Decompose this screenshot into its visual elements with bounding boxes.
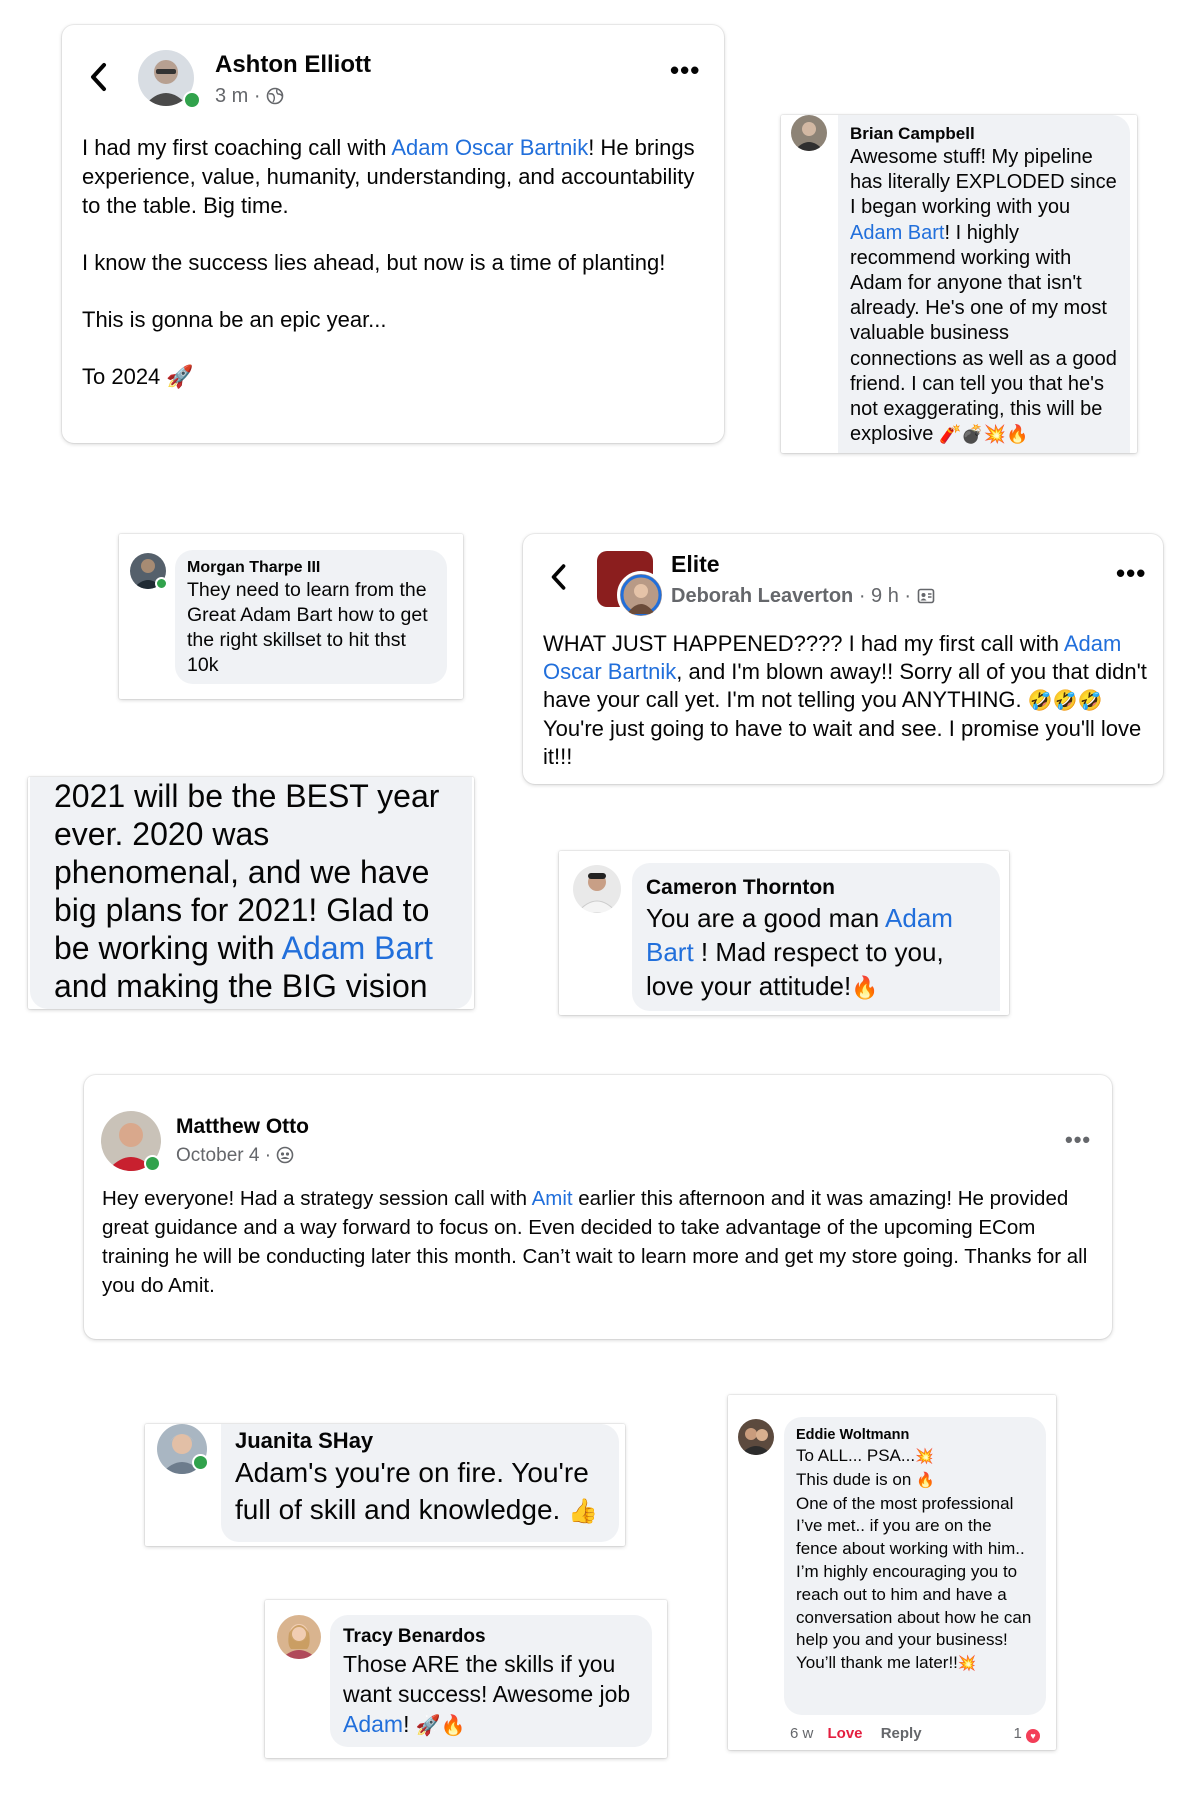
avatar[interactable] xyxy=(738,1419,774,1455)
more-options-icon[interactable]: ••• xyxy=(670,57,700,83)
comment-line: One of the most professional I’ve met.. … xyxy=(796,1493,1034,1676)
comment-bubble: Brian Campbell Awesome stuff! My pipelin… xyxy=(838,115,1130,453)
comment-text: You are a good man Adam Bart ! Mad respe… xyxy=(646,901,986,1005)
comment-brian: Brian Campbell Awesome stuff! My pipelin… xyxy=(781,115,1137,453)
thumbs-up-icon: 👍 xyxy=(568,1498,598,1525)
post-time[interactable]: 9 h xyxy=(871,585,899,607)
firework-icons: 🧨💣💥🔥 xyxy=(938,424,1029,445)
comment-text: Adam's you're on fire. You're full of sk… xyxy=(235,1454,605,1530)
author-name[interactable]: Ashton Elliott xyxy=(215,51,371,79)
love-reaction-icon[interactable]: ♥ xyxy=(1026,1729,1040,1743)
avatar[interactable] xyxy=(791,115,827,151)
group-name[interactable]: Elite xyxy=(671,551,720,578)
avatar[interactable] xyxy=(573,865,621,913)
paragraph: This is gonna be an epic year... xyxy=(82,307,387,332)
comment-actions: 6 w Love Reply 1 ♥ xyxy=(790,1725,1040,1743)
mention-link[interactable]: Adam Bart xyxy=(282,930,433,966)
author-avatar[interactable] xyxy=(617,571,665,619)
reaction-count: 1 ♥ xyxy=(1013,1725,1040,1743)
post-body: WHAT JUST HAPPENED???? I had my first ca… xyxy=(543,631,1147,769)
post-body: I had my first coaching call with Adam O… xyxy=(82,133,702,391)
globe-icon xyxy=(266,87,284,105)
paragraph: I had my first coaching call with Adam O… xyxy=(82,135,695,218)
author-name[interactable]: Brian Campbell xyxy=(850,123,1118,145)
avatar[interactable] xyxy=(277,1615,321,1659)
post-time[interactable]: October 4 xyxy=(176,1145,259,1166)
reply-button[interactable]: Reply xyxy=(881,1725,922,1742)
online-status-icon xyxy=(192,1454,209,1471)
paragraph: To 2024 🚀 xyxy=(82,364,194,389)
rocket-icon: 🚀 xyxy=(166,364,194,389)
post-ashton: Ashton Elliott 3 m · ••• I had my first … xyxy=(62,25,724,443)
fire-icon: 🔥 xyxy=(851,975,879,1000)
laughing-icons: 🤣🤣🤣 xyxy=(1027,690,1103,712)
comment-bubble: Morgan Tharpe III They need to learn fro… xyxy=(175,550,447,684)
comment-tracy: Tracy Benardos Those ARE the skills if y… xyxy=(265,1600,667,1758)
post-elite: Elite Deborah Leaverton · 9 h · ••• WHAT… xyxy=(523,534,1163,784)
paragraph: I know the success lies ahead, but now i… xyxy=(82,250,666,275)
comment-text: They need to learn from the Great Adam B… xyxy=(187,579,428,676)
comment-line: This dude is on 🔥 xyxy=(796,1469,1034,1493)
fire-icon: 🔥 xyxy=(916,1471,935,1489)
comment-morgan: Morgan Tharpe III They need to learn fro… xyxy=(119,534,463,699)
back-arrow-icon[interactable] xyxy=(549,562,569,592)
members-icon xyxy=(277,1146,294,1164)
post-meta: Deborah Leaverton · 9 h · xyxy=(671,585,935,608)
more-options-icon[interactable]: ••• xyxy=(1116,560,1146,586)
comment-time[interactable]: 6 w xyxy=(790,1725,813,1742)
collision-icon: 💥 xyxy=(915,1448,934,1465)
comment-text: Those ARE the skills if you want success… xyxy=(343,1649,639,1741)
post-meta: 3 m · xyxy=(215,85,284,108)
comment-bubble: Tracy Benardos Those ARE the skills if y… xyxy=(330,1615,652,1747)
back-arrow-icon[interactable] xyxy=(88,61,110,93)
comment-big-quote: 2021 will be the BEST year ever. 2020 wa… xyxy=(28,777,474,1009)
comment-eddie: Eddie Woltmann To ALL... PSA...💥 This du… xyxy=(728,1395,1056,1750)
comment-bubble: Eddie Woltmann To ALL... PSA...💥 This du… xyxy=(784,1417,1046,1715)
author-name[interactable]: Eddie Woltmann xyxy=(796,1425,1034,1445)
comment-text: Awesome stuff! My pipeline has literally… xyxy=(850,145,1118,447)
comment-bubble: Cameron Thornton You are a good man Adam… xyxy=(632,863,1000,1011)
comment-line: To ALL... PSA...💥 xyxy=(796,1445,1034,1469)
online-status-icon xyxy=(144,1155,161,1172)
post-body: Hey everyone! Had a strategy session cal… xyxy=(102,1187,1088,1297)
online-status-icon xyxy=(155,577,168,590)
author-name[interactable]: Cameron Thornton xyxy=(646,875,986,901)
author-name[interactable]: Morgan Tharpe III xyxy=(187,558,435,578)
members-icon xyxy=(917,588,934,604)
mention-link[interactable]: Adam Oscar Bartnik xyxy=(391,135,588,160)
collision-icon: 💥 xyxy=(957,1655,977,1673)
rocket-fire-icons: 🚀🔥 xyxy=(415,1715,466,1737)
online-status-icon xyxy=(183,91,201,109)
author-name[interactable]: Tracy Benardos xyxy=(343,1625,639,1649)
author-name[interactable]: Juanita SHay xyxy=(235,1428,605,1454)
author-name[interactable]: Matthew Otto xyxy=(176,1115,309,1139)
mention-link[interactable]: Adam Bart xyxy=(850,222,944,244)
post-time[interactable]: 3 m xyxy=(215,85,248,107)
comment-bubble: 2021 will be the BEST year ever. 2020 wa… xyxy=(30,777,472,1009)
mention-link[interactable]: Amit xyxy=(532,1187,573,1210)
post-matthew: Matthew Otto October 4 · ••• Hey everyon… xyxy=(84,1075,1112,1339)
author-name[interactable]: Deborah Leaverton xyxy=(671,585,853,607)
comment-bubble: Juanita SHay Adam's you're on fire. You'… xyxy=(221,1424,619,1542)
mention-link[interactable]: Adam xyxy=(343,1711,403,1737)
comment-cameron: Cameron Thornton You are a good man Adam… xyxy=(559,851,1009,1015)
love-reaction-label[interactable]: Love xyxy=(828,1725,863,1742)
comment-juanita: Juanita SHay Adam's you're on fire. You'… xyxy=(145,1424,625,1546)
post-meta: October 4 · xyxy=(176,1145,294,1167)
more-options-icon[interactable]: ••• xyxy=(1065,1129,1091,1151)
